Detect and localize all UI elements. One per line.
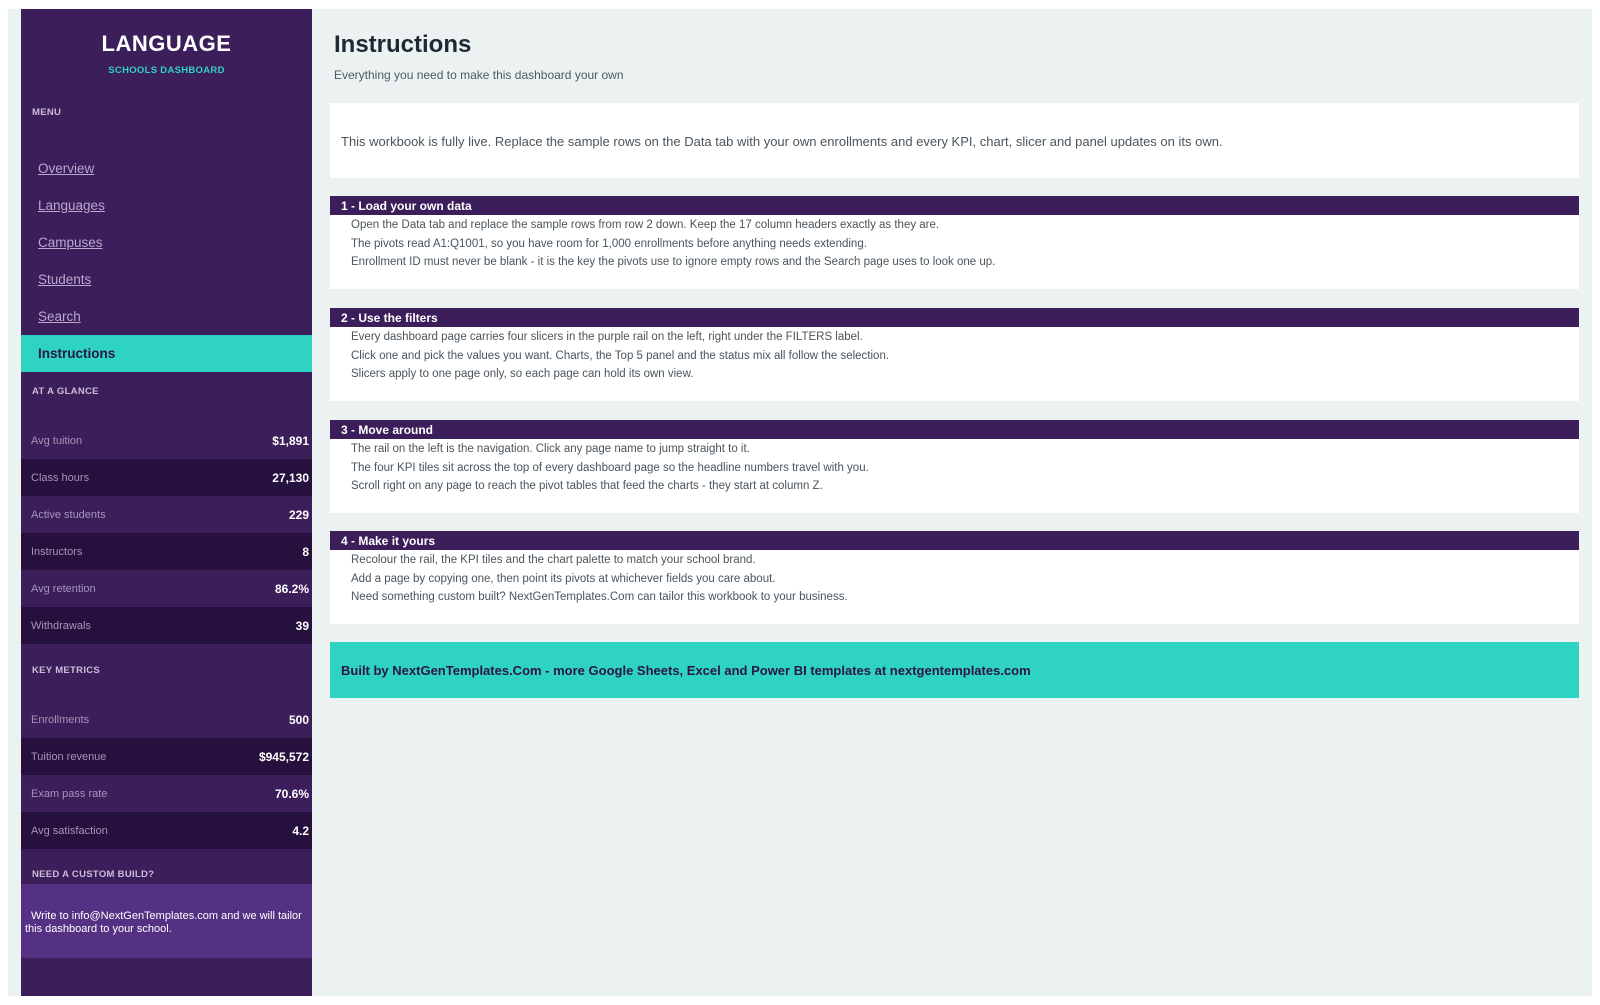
stat-row-instructors: Instructors 8	[21, 533, 312, 570]
stat-label: Avg retention	[31, 582, 96, 595]
intro-panel: This workbook is fully live. Replace the…	[330, 103, 1579, 178]
stat-label: Exam pass rate	[31, 787, 108, 800]
step-line: Every dashboard page carries four slicer…	[351, 331, 863, 343]
footer-banner-text: Built by NextGenTemplates.Com - more Goo…	[341, 663, 1031, 678]
step-card-make-it-yours: 4 - Make it yours Recolour the rail, the…	[330, 531, 1579, 624]
stat-label: Avg tuition	[31, 434, 83, 447]
step-body: Every dashboard page carries four slicer…	[330, 327, 1579, 385]
stat-value: 8	[302, 544, 309, 559]
footer-banner: Built by NextGenTemplates.Com - more Goo…	[330, 642, 1579, 698]
stat-label: Class hours	[31, 471, 90, 484]
step-line: Click one and pick the values you want. …	[351, 349, 890, 362]
step-line: Slicers apply to one page only, so each …	[351, 368, 694, 380]
page-title: Instructions	[334, 31, 472, 58]
step-line: Open the Data tab and replace the sample…	[351, 219, 940, 231]
sidebar-rail: LANGUAGE SCHOOLS DASHBOARD MENU Overview…	[21, 9, 312, 996]
sidebar-item-overview[interactable]: Overview	[21, 150, 312, 187]
at-a-glance-label: AT A GLANCE	[32, 386, 99, 397]
sidebar-nav: Overview Languages Campuses Students Sea…	[21, 150, 312, 372]
step-heading: 1 - Load your own data	[330, 196, 1579, 215]
intro-text: This workbook is fully live. Replace the…	[341, 134, 1223, 149]
step-line: The pivots read A1:Q1001, so you have ro…	[351, 237, 867, 250]
stat-label: Tuition revenue	[31, 750, 107, 763]
custom-build-text-line1: Write to info@NextGenTemplates.com and w…	[31, 910, 302, 922]
step-heading: 4 - Make it yours	[330, 531, 1579, 550]
step-body: Open the Data tab and replace the sample…	[330, 215, 1579, 273]
stat-row-enrollments: Enrollments 500	[21, 701, 312, 738]
sidebar-item-search[interactable]: Search	[21, 298, 312, 335]
stat-value: 500	[288, 712, 309, 727]
menu-label: MENU	[32, 107, 62, 118]
stat-row-exam-pass-rate: Exam pass rate 70.6%	[21, 775, 312, 812]
brand-title: LANGUAGE	[101, 31, 232, 56]
key-metrics-label: KEY METRICS	[32, 665, 101, 676]
stat-row-class-hours: Class hours 27,130	[21, 459, 312, 496]
stat-row-avg-tuition: Avg tuition $1,891	[21, 422, 312, 459]
stat-value: 39	[295, 618, 309, 633]
stat-row-avg-retention: Avg retention 86.2%	[21, 570, 312, 607]
step-heading: 3 - Move around	[330, 420, 1579, 439]
sidebar-item-languages[interactable]: Languages	[21, 187, 312, 224]
step-card-filters: 2 - Use the filters Every dashboard page…	[330, 308, 1579, 401]
brand: LANGUAGE SCHOOLS DASHBOARD	[21, 31, 312, 76]
stat-label: Enrollments	[31, 713, 90, 726]
stat-value: 4.2	[292, 823, 309, 838]
step-card-load-data: 1 - Load your own data Open the Data tab…	[330, 196, 1579, 289]
at-a-glance-list: Avg tuition $1,891 Class hours 27,130 Ac…	[21, 422, 312, 644]
page-subtitle: Everything you need to make this dashboa…	[334, 68, 624, 82]
stat-label: Active students	[31, 508, 106, 521]
step-body: Recolour the rail, the KPI tiles and the…	[330, 550, 1579, 608]
custom-build-label: NEED A CUSTOM BUILD?	[32, 869, 155, 880]
custom-build-box: Write to info@NextGenTemplates.com and w…	[21, 884, 312, 958]
brand-subtitle: SCHOOLS DASHBOARD	[108, 65, 225, 76]
stat-value: 27,130	[272, 470, 309, 485]
stat-row-tuition-revenue: Tuition revenue $945,572	[21, 738, 312, 775]
stat-row-avg-satisfaction: Avg satisfaction 4.2	[21, 812, 312, 849]
step-line: Add a page by copying one, then point it…	[351, 572, 776, 585]
sidebar-item-instructions[interactable]: Instructions	[21, 335, 312, 372]
sidebar-item-campuses[interactable]: Campuses	[21, 224, 312, 261]
step-line: Need something custom built? NextGenTemp…	[351, 591, 848, 603]
stat-value: 229	[288, 507, 309, 522]
custom-build-text-line2: this dashboard to your school.	[25, 923, 172, 935]
stat-value: 70.6%	[274, 786, 309, 801]
stat-label: Instructors	[31, 545, 83, 558]
key-metrics-list: Enrollments 500 Tuition revenue $945,572…	[21, 701, 312, 849]
step-heading: 2 - Use the filters	[330, 308, 1579, 327]
stat-row-withdrawals: Withdrawals 39	[21, 607, 312, 644]
stat-value: 86.2%	[274, 581, 309, 596]
step-line: Recolour the rail, the KPI tiles and the…	[351, 554, 756, 566]
step-line: The four KPI tiles sit across the top of…	[351, 461, 869, 474]
step-line: Enrollment ID must never be blank - it i…	[351, 256, 996, 268]
step-line: The rail on the left is the navigation. …	[351, 443, 750, 455]
stat-label: Avg satisfaction	[31, 824, 108, 837]
stat-value: $945,572	[258, 749, 309, 764]
step-card-move-around: 3 - Move around The rail on the left is …	[330, 420, 1579, 513]
step-line: Scroll right on any page to reach the pi…	[351, 480, 823, 492]
stat-value: $1,891	[272, 433, 309, 448]
stat-label: Withdrawals	[31, 619, 91, 632]
stat-row-active-students: Active students 229	[21, 496, 312, 533]
sidebar-item-students[interactable]: Students	[21, 261, 312, 298]
step-body: The rail on the left is the navigation. …	[330, 439, 1579, 497]
